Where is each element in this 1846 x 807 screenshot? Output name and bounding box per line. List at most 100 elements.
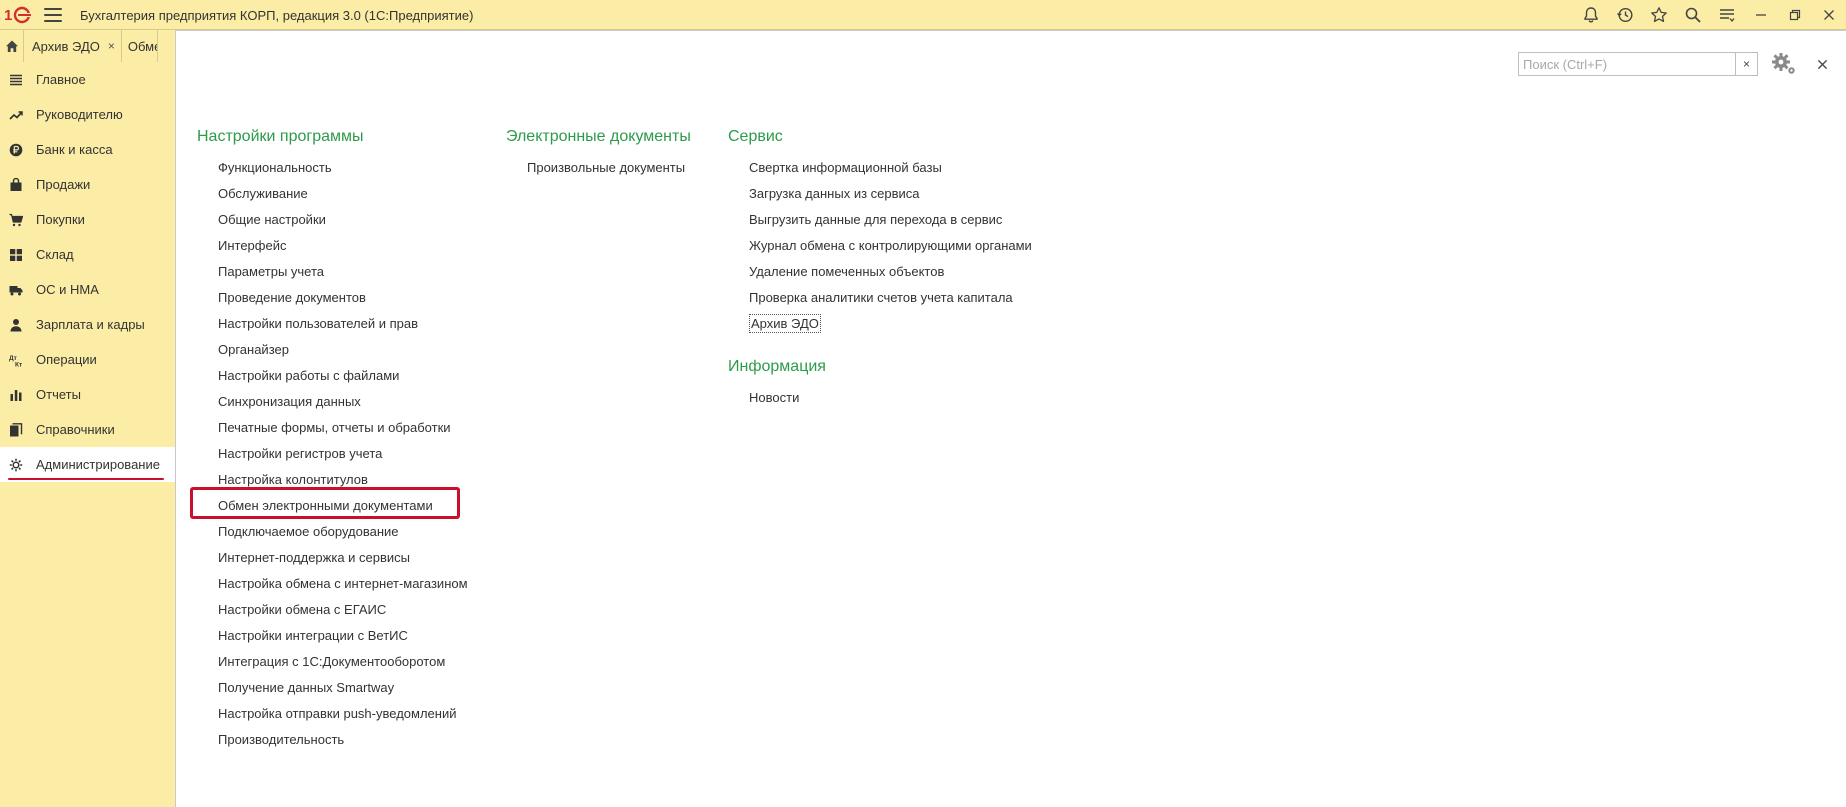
link-edo-archive[interactable]: Архив ЭДО	[728, 311, 1032, 337]
sidebar-item-operations[interactable]: Дт Кт Операции	[0, 342, 175, 377]
1c-logo-icon: 1	[4, 6, 32, 24]
sidebar-item-label: ОС и НМА	[36, 282, 99, 297]
link-eshop-exchange[interactable]: Настройка обмена с интернет-магазином	[197, 571, 468, 597]
home-icon[interactable]	[0, 30, 24, 62]
ruble-icon	[8, 142, 24, 158]
star-icon[interactable]	[1642, 0, 1676, 30]
sidebar-item-purchases[interactable]: Покупки	[0, 202, 175, 237]
truck-icon	[8, 282, 24, 298]
link-general-settings[interactable]: Общие настройки	[197, 207, 468, 233]
link-users-rights[interactable]: Настройки пользователей и прав	[197, 311, 468, 337]
sidebar-item-references[interactable]: Справочники	[0, 412, 175, 447]
sidebar-item-fixed-assets[interactable]: ОС и НМА	[0, 272, 175, 307]
link-capital-accounts-check[interactable]: Проверка аналитики счетов учета капитала	[728, 285, 1032, 311]
panel-close-icon[interactable]	[1810, 51, 1834, 77]
tab-exchange[interactable]: Обме	[122, 30, 158, 62]
link-delete-marked[interactable]: Удаление помеченных объектов	[728, 259, 1032, 285]
books-icon	[8, 422, 24, 438]
sidebar-item-label: Банк и касса	[36, 142, 113, 157]
link-push-notifications[interactable]: Настройка отправки push-уведомлений	[197, 701, 468, 727]
link-functionality[interactable]: Функциональность	[197, 155, 468, 181]
sidebar-item-label: Зарплата и кадры	[36, 317, 145, 332]
close-window-icon[interactable]	[1812, 0, 1846, 30]
search-field[interactable]	[1518, 52, 1736, 76]
sidebar-item-label: Справочники	[36, 422, 115, 437]
person-icon	[8, 317, 24, 333]
tab-label: Обме	[127, 38, 157, 54]
link-registers-settings[interactable]: Настройки регистров учета	[197, 441, 468, 467]
sidebar-item-sales[interactable]: Продажи	[0, 167, 175, 202]
panel-settings-gear-icon[interactable]	[1770, 51, 1798, 77]
link-export-to-service[interactable]: Выгрузить данные для перехода в сервис	[728, 207, 1032, 233]
trend-icon	[8, 107, 24, 123]
link-data-sync[interactable]: Синхронизация данных	[197, 389, 468, 415]
section-heading-information: Информация	[728, 358, 826, 375]
minimize-icon[interactable]	[1744, 0, 1778, 30]
sidebar-item-label: Администрирование	[36, 457, 160, 472]
settings-list-icon[interactable]	[1710, 0, 1744, 30]
sidebar-item-label: Покупки	[36, 212, 85, 227]
bell-icon[interactable]	[1574, 0, 1608, 30]
sections-sidebar: Главное Руководителю Банк и касса Продаж…	[0, 62, 175, 807]
search-clear-button[interactable]: ×	[1736, 52, 1758, 76]
sidebar-item-salary[interactable]: Зарплата и кадры	[0, 307, 175, 342]
sidebar-item-label: Отчеты	[36, 387, 81, 402]
sidebar-item-administration[interactable]: Администрирование	[0, 447, 175, 482]
bag-icon	[8, 177, 24, 193]
sidebar-item-label: Руководителю	[36, 107, 123, 122]
link-docflow-integration[interactable]: Интеграция с 1С:Документооборотом	[197, 649, 468, 675]
sidebar-item-label: Главное	[36, 72, 86, 87]
link-egais-exchange[interactable]: Настройки обмена с ЕГАИС	[197, 597, 468, 623]
link-edo-archive-label: Архив ЭДО	[749, 314, 821, 333]
sidebar-item-manager[interactable]: Руководителю	[0, 97, 175, 132]
edocuments-column: Электронные документы Произвольные докум…	[506, 125, 691, 181]
link-internet-support[interactable]: Интернет-поддержка и сервисы	[197, 545, 468, 571]
link-equipment[interactable]: Подключаемое оборудование	[197, 519, 468, 545]
link-arbitrary-documents[interactable]: Произвольные документы	[506, 155, 691, 181]
sidebar-item-main[interactable]: Главное	[0, 62, 175, 97]
search-input[interactable]	[1519, 53, 1735, 75]
link-regulator-exchange-log[interactable]: Журнал обмена с контролирующими органами	[728, 233, 1032, 259]
bar-chart-icon	[8, 387, 24, 403]
link-interface[interactable]: Интерфейс	[197, 233, 468, 259]
link-maintenance[interactable]: Обслуживание	[197, 181, 468, 207]
settings-column: Настройки программы Функциональность Обс…	[197, 125, 468, 753]
link-news[interactable]: Новости	[728, 385, 1032, 411]
link-accounting-params[interactable]: Параметры учета	[197, 259, 468, 285]
sidebar-item-label: Склад	[36, 247, 74, 262]
history-icon[interactable]	[1608, 0, 1642, 30]
section-heading-service: Сервис	[728, 128, 783, 145]
svg-text:1: 1	[4, 7, 12, 24]
search-icon[interactable]	[1676, 0, 1710, 30]
section-heading-edocuments: Электронные документы	[506, 128, 691, 145]
sidebar-item-reports[interactable]: Отчеты	[0, 377, 175, 412]
link-document-posting[interactable]: Проведение документов	[197, 285, 468, 311]
main-menu-icon[interactable]	[44, 8, 62, 22]
dt-kt-icon: Дт Кт	[8, 352, 24, 368]
menu-lines-icon	[8, 72, 24, 88]
gear-icon	[8, 457, 24, 473]
sidebar-item-label: Продажи	[36, 177, 91, 192]
link-print-forms[interactable]: Печатные формы, отчеты и обработки	[197, 415, 468, 441]
link-files-settings[interactable]: Настройки работы с файлами	[197, 363, 468, 389]
link-organizer[interactable]: Органайзер	[197, 337, 468, 363]
administration-panel: × Настройки программы Функциональность О…	[175, 30, 1846, 807]
restore-icon[interactable]	[1778, 0, 1812, 30]
tab-archive-edo[interactable]: Архив ЭДО ×	[24, 30, 122, 62]
tab-close-icon[interactable]: ×	[108, 39, 115, 53]
title-bar: 1 Бухгалтерия предприятия КОРП, редакция…	[0, 0, 1846, 30]
link-load-from-service[interactable]: Загрузка данных из сервиса	[728, 181, 1032, 207]
link-headers-footers[interactable]: Настройка колонтитулов	[197, 467, 468, 493]
sidebar-item-label: Операции	[36, 352, 97, 367]
link-db-rollup[interactable]: Свертка информационной базы	[728, 155, 1032, 181]
link-vetis-integration[interactable]: Настройки интеграции с ВетИС	[197, 623, 468, 649]
sidebar-item-bank[interactable]: Банк и касса	[0, 132, 175, 167]
link-smartway[interactable]: Получение данных Smartway	[197, 675, 468, 701]
section-heading-program-settings: Настройки программы	[197, 128, 364, 145]
link-performance[interactable]: Производительность	[197, 727, 468, 753]
grid-icon	[8, 247, 24, 263]
sidebar-item-warehouse[interactable]: Склад	[0, 237, 175, 272]
service-column: Сервис Свертка информационной базы Загру…	[728, 125, 1032, 411]
link-edo-exchange[interactable]: Обмен электронными документами	[197, 493, 468, 519]
app-title: Бухгалтерия предприятия КОРП, редакция 3…	[80, 8, 474, 23]
